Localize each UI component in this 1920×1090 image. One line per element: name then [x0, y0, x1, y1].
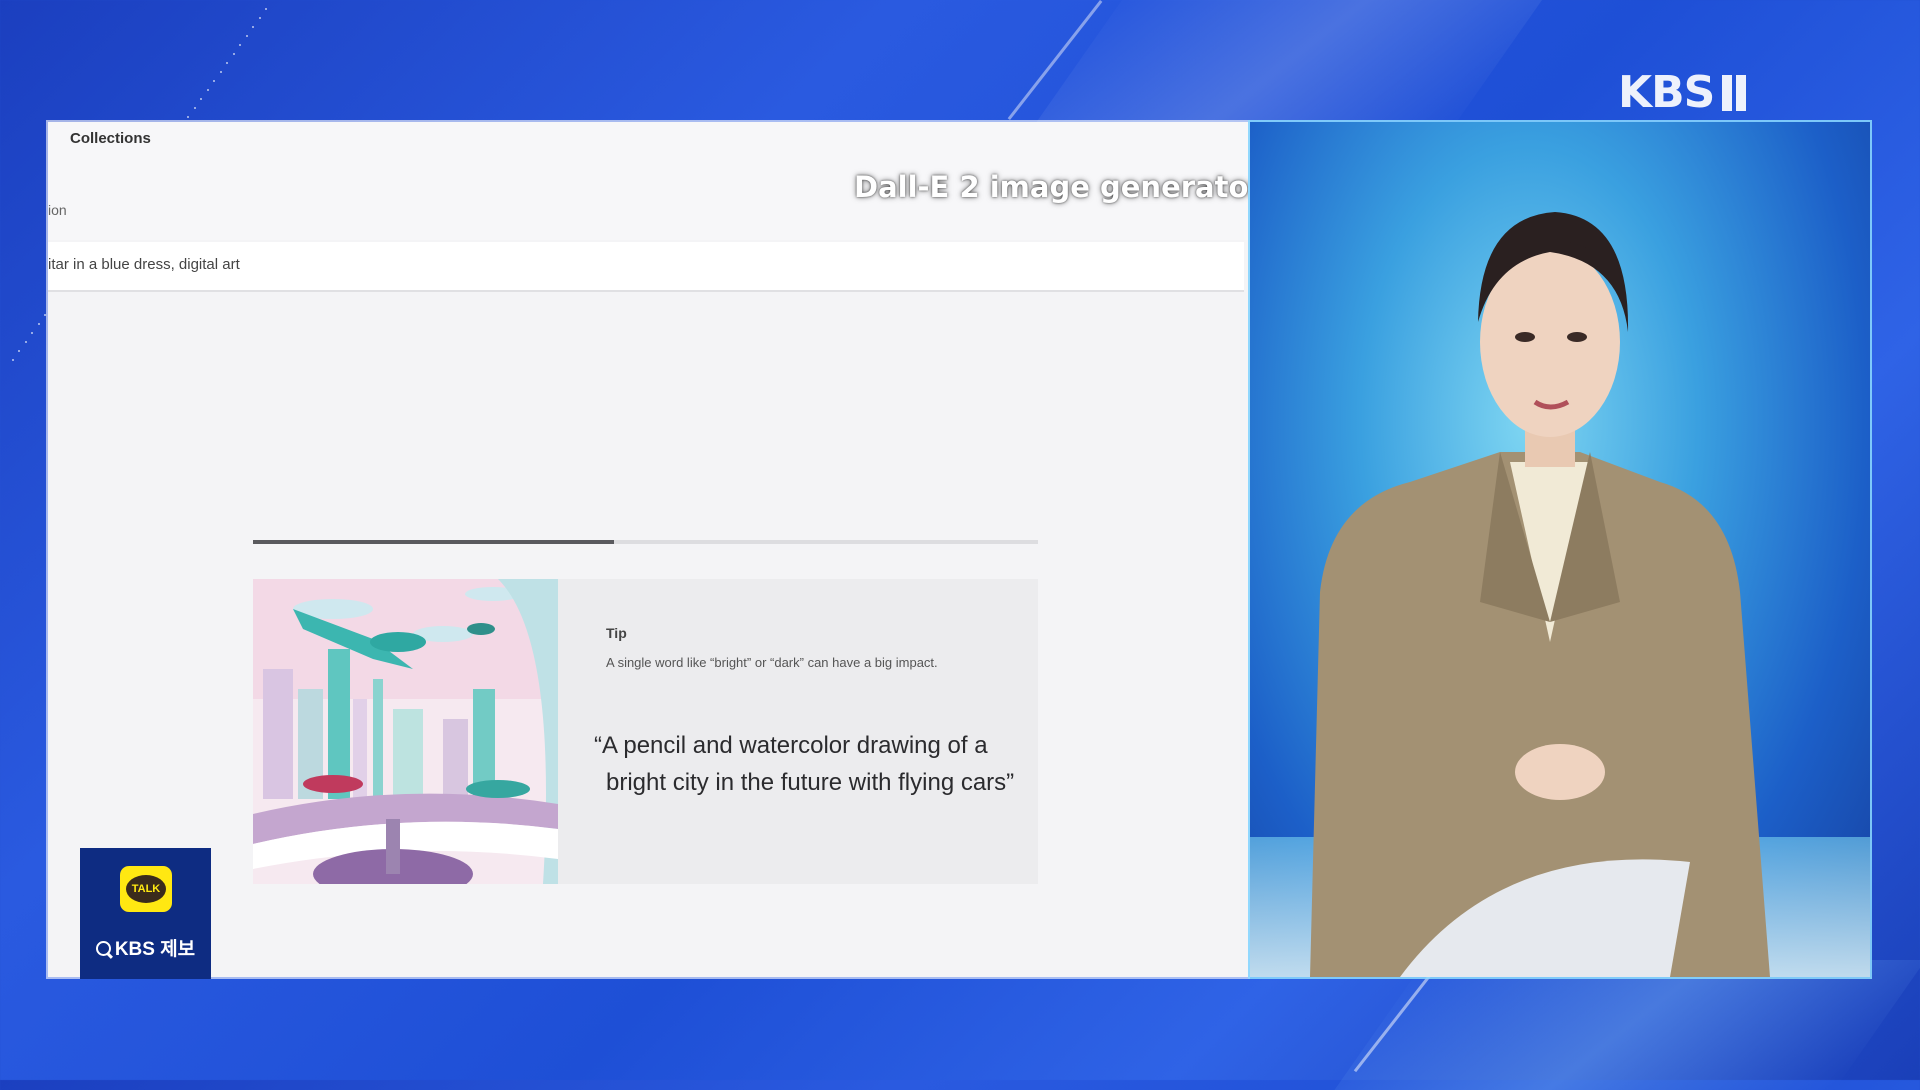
search-icon [96, 941, 111, 956]
kakao-talk-report-badge[interactable]: TALK KBS 제보 [80, 848, 211, 979]
prompt-input[interactable]: itar in a blue dress, digital art [48, 256, 240, 273]
anchor-figure [1250, 122, 1870, 977]
tip-card: Tip A single word like “bright” or “dark… [253, 579, 1038, 884]
background-dot [213, 80, 215, 82]
progress-bar [253, 540, 1038, 544]
example-image-future-city [253, 579, 558, 884]
screen-capture-panel: Collections ion Dall-E 2 image generator… [48, 122, 1248, 977]
background-dot [220, 71, 222, 73]
talk-badge-label: KBS 제보 [115, 939, 195, 960]
kbs1-logo: KBS [1618, 68, 1750, 116]
background-dot [246, 35, 248, 37]
talk-bubble-icon: TALK [126, 875, 166, 903]
talk-badge-label-row: KBS 제보 [80, 934, 211, 961]
channel-one-mark [1720, 73, 1750, 111]
background-line [1008, 0, 1103, 120]
example-prompt-quote: “A pencil and watercolor drawing of a br… [594, 727, 1026, 801]
background-dot [200, 98, 202, 100]
background-dot [38, 323, 40, 325]
background-dot [44, 314, 46, 316]
tip-content: Tip A single word like “bright” or “dark… [606, 579, 1016, 884]
background-dot [252, 26, 254, 28]
background-dot [25, 341, 27, 343]
background-dot [187, 116, 189, 118]
background-dot [233, 53, 235, 55]
background-dot [259, 17, 261, 19]
collections-link[interactable]: Collections [70, 130, 151, 147]
background-dot [31, 332, 33, 334]
kbs-logo-text: KBS [1618, 67, 1714, 118]
background-dot [194, 107, 196, 109]
background-dot [265, 8, 267, 10]
breadcrumb: ion [48, 202, 67, 218]
progress-bar-fill [253, 540, 614, 544]
background-dot [239, 44, 241, 46]
prompt-input-row[interactable]: itar in a blue dress, digital art [48, 242, 1244, 292]
tip-text: A single word like “bright” or “dark” ca… [606, 651, 996, 674]
broadcast-caption: Dall-E 2 image generator b [854, 170, 1248, 204]
tip-label: Tip [606, 625, 627, 641]
background-light-streak [1334, 960, 1920, 1090]
background-dot [12, 359, 14, 361]
kakao-talk-icon: TALK [120, 866, 172, 912]
news-anchor-video [1250, 122, 1870, 977]
background-dot [207, 89, 209, 91]
background-dot [226, 62, 228, 64]
background-dot [18, 350, 20, 352]
